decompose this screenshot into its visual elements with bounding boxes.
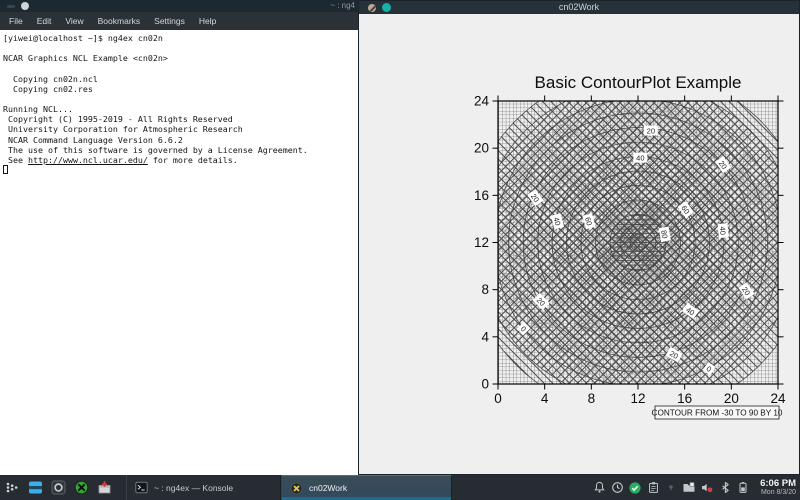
task-label: ~ : ng4ex — Konsole	[154, 483, 233, 493]
menu-settings[interactable]: Settings	[147, 12, 192, 30]
task-button-cn02work[interactable]: cn02Work	[281, 475, 452, 500]
bell-icon[interactable]	[592, 481, 606, 495]
svg-text:20: 20	[647, 126, 655, 135]
terminal-line	[3, 165, 358, 175]
svg-text:12: 12	[630, 391, 645, 406]
clock-date: Mon 8/3/20	[760, 489, 796, 496]
bluetooth-icon[interactable]	[718, 481, 732, 495]
taskbar: ~ : ng4ex — Konsole cn02Work 6:06 PM Mon …	[0, 475, 800, 500]
updates-ok-icon[interactable]	[628, 481, 642, 495]
svg-text:12: 12	[474, 235, 489, 250]
svg-text:CONTOUR FROM -30 TO 90 BY 10: CONTOUR FROM -30 TO 90 BY 10	[652, 409, 783, 418]
svg-text:16: 16	[677, 391, 692, 406]
contour-note: CONTOUR FROM -30 TO 90 BY 10	[652, 406, 783, 419]
battery-icon[interactable]	[736, 481, 750, 495]
svg-text:24: 24	[770, 391, 786, 406]
app-launcher-icon[interactable]	[4, 480, 20, 496]
help-center-icon[interactable]	[50, 480, 66, 496]
task-label: cn02Work	[309, 483, 347, 493]
terminal-link[interactable]: http://www.ncl.ucar.edu/	[28, 155, 148, 165]
terminal-line: NCAR Command Language Version 6.6.2	[3, 135, 358, 145]
files-app-icon[interactable]	[27, 480, 43, 496]
system-tray	[592, 481, 754, 495]
window-title: cn02Work	[359, 1, 799, 14]
digital-clock[interactable]: 6:06 PM Mon 8/3/20	[754, 479, 800, 496]
clock-icon[interactable]	[610, 481, 624, 495]
device-notifier-icon[interactable]	[682, 481, 696, 495]
window-button-icon[interactable]	[382, 3, 391, 12]
svg-text:40: 40	[718, 226, 728, 235]
svg-text:16: 16	[474, 188, 489, 203]
terminal-line: Running NCL...	[3, 104, 358, 114]
svg-text:24: 24	[474, 94, 490, 109]
terminal-line: [yiwei@localhost ~]$ ng4ex cn02n	[3, 33, 358, 43]
svg-text:8: 8	[588, 391, 596, 406]
cn02work-titlebar[interactable]: cn02Work	[359, 1, 799, 14]
terminal-cursor	[3, 165, 8, 174]
menu-view[interactable]: View	[58, 12, 90, 30]
terminal-line	[3, 94, 358, 104]
terminal-line	[3, 43, 358, 53]
task-button--ng4ex-konsole[interactable]: ~ : ng4ex — Konsole	[126, 475, 281, 500]
svg-text:40: 40	[636, 154, 644, 163]
desktop: ~ : ng4 FileEditViewBookmarksSettingsHel…	[0, 0, 800, 500]
menubar: FileEditViewBookmarksSettingsHelp	[0, 12, 358, 30]
clipboard-icon[interactable]	[646, 481, 660, 495]
svg-text:8: 8	[481, 282, 489, 297]
menu-help[interactable]: Help	[192, 12, 223, 30]
menu-file[interactable]: File	[2, 12, 30, 30]
terminal-line: See http://www.ncl.ucar.edu/ for more de…	[3, 155, 358, 165]
window-title: ~ : ng4	[330, 1, 355, 10]
package-installer-icon[interactable]	[96, 480, 112, 496]
svg-text:0: 0	[481, 377, 489, 392]
konsole-window: ~ : ng4 FileEditViewBookmarksSettingsHel…	[0, 0, 359, 475]
terminal-line: Copying cn02n.ncl	[3, 74, 358, 84]
close-icon[interactable]	[21, 2, 29, 10]
svg-text:20: 20	[474, 141, 489, 156]
window-menu-icon[interactable]	[368, 4, 376, 12]
cn02work-window: cn02Work Basic ContourPlot Example	[358, 0, 800, 475]
konsole-icon	[133, 480, 149, 496]
contour-plot: 2040202040606080402020040200 04812162024…	[459, 93, 794, 439]
status-dot-icon[interactable]	[664, 481, 678, 495]
svg-text:80: 80	[659, 229, 669, 239]
terminal-line: University Corporation for Atmospheric R…	[3, 124, 358, 134]
clock-time: 6:06 PM	[760, 479, 796, 489]
svg-text:0: 0	[494, 391, 502, 406]
x11-app-icon[interactable]	[73, 480, 89, 496]
svg-text:20: 20	[724, 391, 739, 406]
terminal-line: The use of this software is governed by …	[3, 145, 358, 155]
konsole-titlebar[interactable]: ~ : ng4	[0, 0, 358, 12]
terminal-line: Copyright (C) 1995-2019 - All Rights Res…	[3, 114, 358, 124]
task-manager: ~ : ng4ex — Konsole cn02Work	[126, 475, 452, 500]
terminal-output[interactable]: [yiwei@localhost ~]$ ng4ex cn02n NCAR Gr…	[0, 30, 358, 175]
terminal-line: Copying cn02.res	[3, 84, 358, 94]
volume-muted-icon[interactable]	[700, 481, 714, 495]
x11-window-icon	[288, 480, 304, 496]
quick-launch	[0, 480, 112, 496]
terminal-line	[3, 63, 358, 73]
terminal-line: NCAR Graphics NCL Example <cn02n>	[3, 53, 358, 63]
svg-text:4: 4	[481, 329, 489, 344]
menu-edit[interactable]: Edit	[30, 12, 59, 30]
minimize-icon[interactable]	[7, 5, 15, 8]
menu-bookmarks[interactable]: Bookmarks	[91, 12, 148, 30]
chart-title: Basic ContourPlot Example	[498, 73, 778, 93]
svg-text:4: 4	[541, 391, 549, 406]
